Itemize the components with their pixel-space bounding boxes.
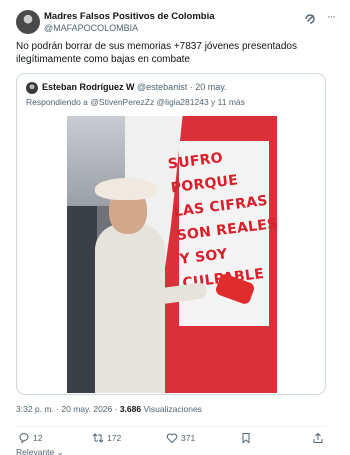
reply-icon <box>19 433 29 444</box>
repost-icon <box>92 433 104 443</box>
quote-author-name: Esteban Rodríguez W <box>42 82 135 92</box>
share-button[interactable] <box>312 432 324 444</box>
reply-count: 12 <box>33 433 43 443</box>
tweet-header: Madres Falsos Positivos de Colombia @MAF… <box>16 10 338 36</box>
like-count: 371 <box>181 433 196 443</box>
like-icon <box>166 433 178 444</box>
more-icon[interactable]: ··· <box>324 11 338 25</box>
tweet-text: No podrán borrar de sus memorias +7837 j… <box>16 41 297 65</box>
photo-person-body <box>95 224 165 393</box>
quote-date: · 20 may. <box>189 82 227 92</box>
views-count: 3.686 <box>119 404 142 414</box>
quote-image[interactable]: SUFRO PORQUE LAS CIFRAS SON REALES Y SOY… <box>67 116 277 393</box>
avatar[interactable] <box>16 10 40 34</box>
sort-relevant-dropdown[interactable]: Relevante ⌄ <box>16 447 64 455</box>
quoted-tweet[interactable]: Esteban Rodríguez W @estebanist · 20 may… <box>16 73 326 395</box>
tweet-date[interactable]: · 20 may. 2026 · <box>56 404 117 414</box>
wall-painted-text: SUFRO PORQUE LAS CIFRAS SON REALES Y SOY… <box>167 149 277 292</box>
reply-prefix: Respondiendo a <box>26 97 88 107</box>
bookmark-button[interactable] <box>240 432 252 444</box>
photo-bystander <box>67 206 97 393</box>
quote-reply-line: Respondiendo a @StivenPerezZz @ligia2812… <box>26 97 245 107</box>
author-name[interactable]: Madres Falsos Positivos de Colombia <box>44 11 215 22</box>
repost-button[interactable]: 172 <box>92 432 121 444</box>
photo-person-hat <box>95 178 157 200</box>
author-handle[interactable]: @MAFAPOCOLOMBIA <box>44 23 138 33</box>
reply-button[interactable]: 12 <box>18 432 42 444</box>
quote-author-handle: @estebanist <box>137 82 188 92</box>
quote-header: Esteban Rodríguez W @estebanist · 20 may… <box>42 82 227 92</box>
repost-count: 172 <box>107 433 122 443</box>
action-bar: 12 172 371 <box>16 426 326 444</box>
grok-icon[interactable] <box>304 13 316 25</box>
reply-mentions[interactable]: @StivenPerezZz @ligia281243 y 11 más <box>90 97 245 107</box>
tweet-time[interactable]: 3:32 p. m. <box>16 404 54 414</box>
bookmark-icon <box>242 433 250 444</box>
like-button[interactable]: 371 <box>166 432 195 444</box>
share-icon <box>313 432 323 443</box>
quote-avatar <box>26 82 38 94</box>
views-label: Visualizaciones <box>143 404 202 414</box>
tweet-meta: 3:32 p. m. · 20 may. 2026 · 3.686 Visual… <box>16 404 202 414</box>
